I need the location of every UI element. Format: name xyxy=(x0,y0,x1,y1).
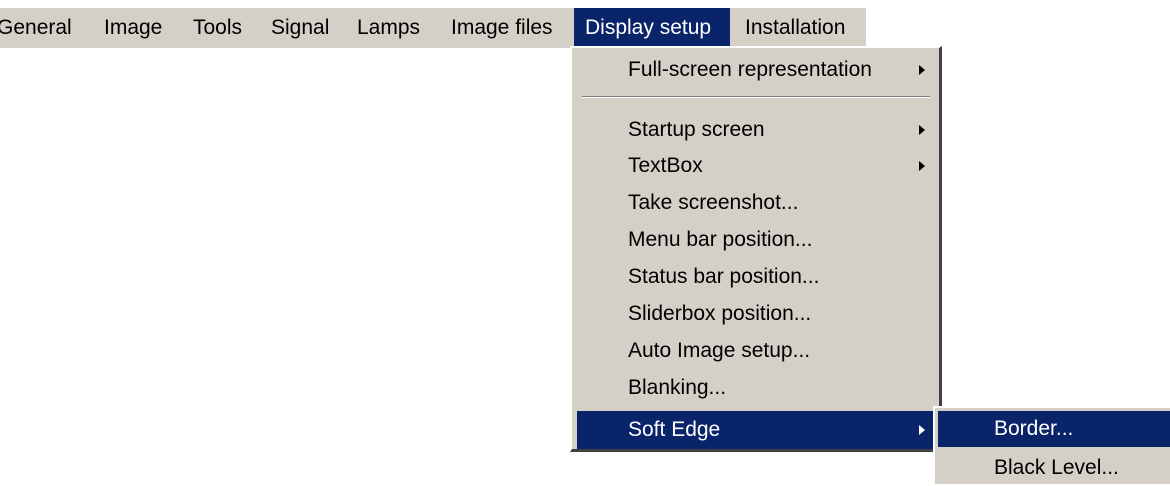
submenu-arrow-icon xyxy=(919,65,925,75)
menu-general[interactable]: General xyxy=(0,8,83,48)
submenu-arrow-icon xyxy=(919,161,925,171)
menu-item-label: Border... xyxy=(994,417,1074,440)
menu-image-files[interactable]: Image files xyxy=(440,8,564,48)
menu-lamps-label: Lamps xyxy=(357,16,421,39)
menu-item-label: Startup screen xyxy=(628,118,765,141)
submenu-arrow-icon xyxy=(919,425,925,435)
menu-item-label: Auto Image setup... xyxy=(628,339,811,362)
soft-edge-submenu: Border... Black Level... xyxy=(933,406,1170,484)
menu-item-label: Blanking... xyxy=(628,376,727,399)
menu-item-label: Sliderbox position... xyxy=(628,302,812,325)
submenu-arrow-icon xyxy=(919,125,925,135)
menu-installation[interactable]: Installation xyxy=(734,8,856,48)
menu-item-black-level[interactable]: Black Level... xyxy=(938,450,1170,486)
menu-item-blanking[interactable]: Blanking... xyxy=(577,369,937,407)
menu-item-label: Soft Edge xyxy=(628,418,721,441)
menu-general-label: General xyxy=(0,16,72,39)
menu-item-label: Menu bar position... xyxy=(628,228,813,251)
menu-lamps[interactable]: Lamps xyxy=(346,8,431,48)
menu-bar: General Image Tools Signal Lamps Image f… xyxy=(0,8,866,48)
menu-item-label: TextBox xyxy=(628,154,703,177)
menu-item-soft-edge[interactable]: Soft Edge xyxy=(577,411,937,449)
menu-item-textbox[interactable]: TextBox xyxy=(577,147,937,185)
menu-tools-label: Tools xyxy=(193,16,243,39)
menu-tools[interactable]: Tools xyxy=(182,8,253,48)
menu-display-setup[interactable]: Display setup xyxy=(574,8,730,48)
menu-image[interactable]: Image xyxy=(93,8,173,48)
menu-installation-label: Installation xyxy=(745,16,846,39)
menu-item-label: Black Level... xyxy=(994,456,1119,479)
menu-item-full-screen-representation[interactable]: Full-screen representation xyxy=(577,51,937,89)
menu-separator xyxy=(582,96,930,98)
menu-display-setup-label: Display setup xyxy=(585,16,712,39)
menu-item-sliderbox-position[interactable]: Sliderbox position... xyxy=(577,295,937,333)
menu-item-startup-screen[interactable]: Startup screen xyxy=(577,111,937,149)
menu-item-take-screenshot[interactable]: Take screenshot... xyxy=(577,184,937,222)
menu-signal[interactable]: Signal xyxy=(260,8,340,48)
display-setup-dropdown: Full-screen representation Startup scree… xyxy=(570,46,942,452)
menu-item-menu-bar-position[interactable]: Menu bar position... xyxy=(577,221,937,259)
menu-item-auto-image-setup[interactable]: Auto Image setup... xyxy=(577,332,937,370)
menu-item-border[interactable]: Border... xyxy=(938,411,1170,447)
menu-item-label: Full-screen representation xyxy=(628,58,872,81)
menu-image-label: Image xyxy=(104,16,163,39)
menu-item-label: Status bar position... xyxy=(628,265,820,288)
menu-item-label: Take screenshot... xyxy=(628,191,799,214)
menu-signal-label: Signal xyxy=(271,16,330,39)
menu-item-status-bar-position[interactable]: Status bar position... xyxy=(577,258,937,296)
menu-image-files-label: Image files xyxy=(451,16,553,39)
